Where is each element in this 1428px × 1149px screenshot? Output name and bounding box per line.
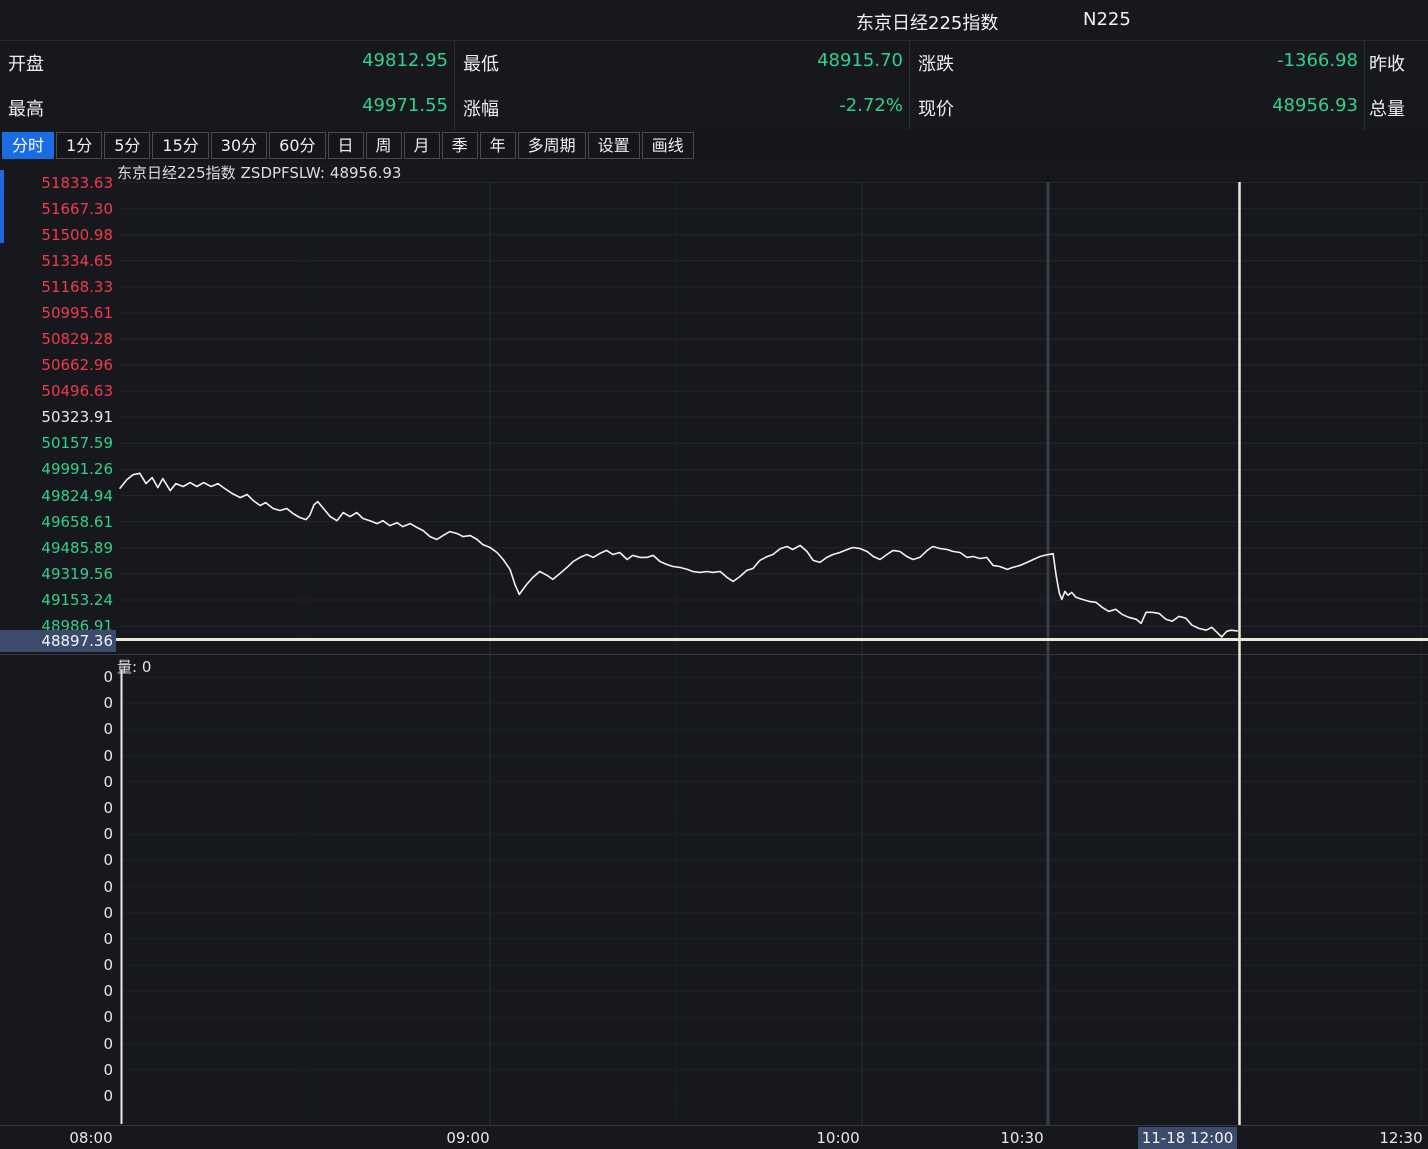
trading-app-window: 东京日经225指数 N225 开盘49812.95最低48915.70涨跌-13…: [0, 0, 1428, 1149]
volume-readout: 量: 0: [117, 656, 151, 677]
crosshair-price-tag: 48897.36: [0, 630, 116, 652]
left-edge-scroll-indicator[interactable]: [0, 170, 4, 243]
price-chart-canvas[interactable]: [0, 0, 1428, 1149]
crosshair-time-tag: 11-18 12:00: [1138, 1127, 1237, 1149]
price-line: [120, 473, 1237, 637]
